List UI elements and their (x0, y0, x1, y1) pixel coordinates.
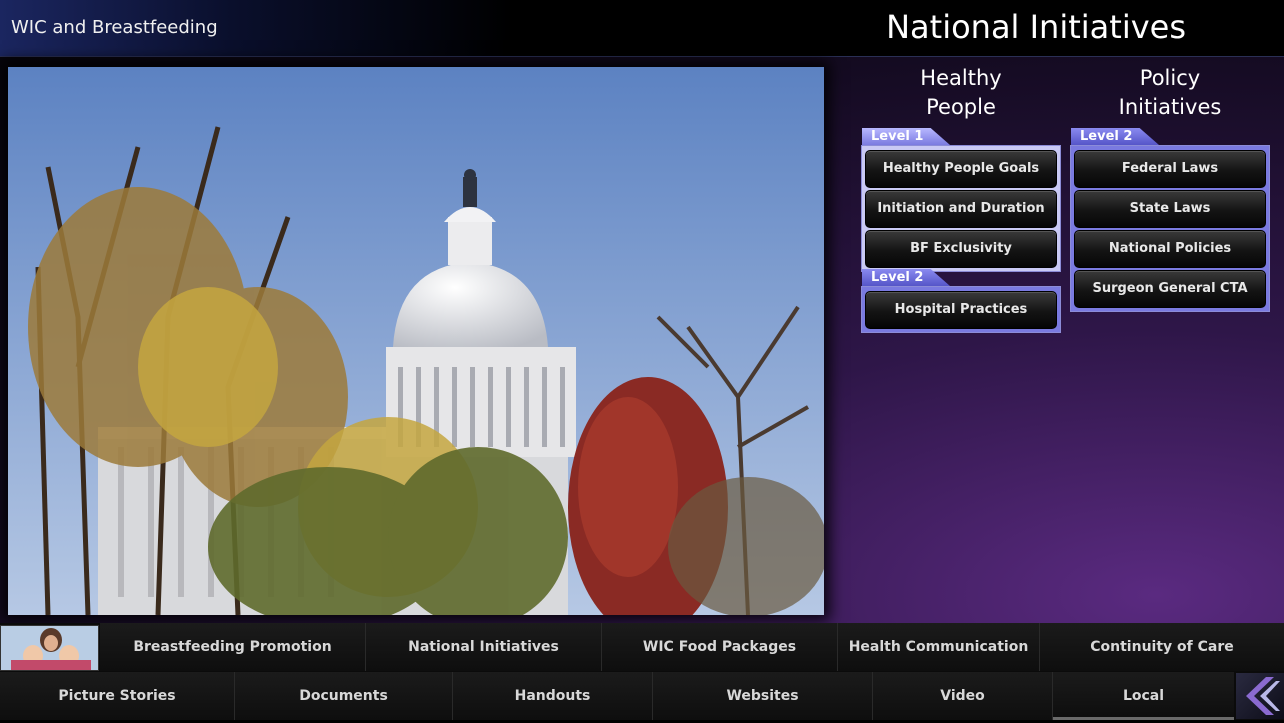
websites-tab[interactable]: Websites (653, 672, 873, 720)
back-button[interactable] (1236, 673, 1284, 719)
picture-stories-tab[interactable]: Picture Stories (0, 672, 235, 720)
breastfeeding-promotion-tab[interactable]: Breastfeeding Promotion (100, 623, 366, 671)
bottom-navigation: Breastfeeding Promotion National Initiat… (0, 623, 1284, 720)
bf-exclusivity-button[interactable]: BF Exclusivity (865, 230, 1057, 268)
initiation-duration-button[interactable]: Initiation and Duration (865, 190, 1057, 228)
chevron-left-icon (1246, 677, 1280, 715)
content-area: Healthy People Level 1 Healthy People Go… (0, 57, 1284, 623)
header-bar: WIC and Breastfeeding National Initiativ… (0, 0, 1284, 57)
healthy-people-level1-panel: Healthy People Goals Initiation and Dura… (861, 145, 1061, 272)
column-title-line: Healthy (920, 66, 1002, 90)
bottom-nav-row-1: Breastfeeding Promotion National Initiat… (100, 623, 1284, 671)
level-tab: Level 1 (862, 128, 950, 145)
state-laws-button[interactable]: State Laws (1074, 190, 1266, 228)
hospital-practices-button[interactable]: Hospital Practices (865, 291, 1057, 329)
national-policies-button[interactable]: National Policies (1074, 230, 1266, 268)
mother-child-thumbnail[interactable] (0, 625, 99, 671)
healthy-people-goals-button[interactable]: Healthy People Goals (865, 150, 1057, 188)
page-title: National Initiatives (886, 8, 1186, 46)
health-communication-tab[interactable]: Health Communication (838, 623, 1040, 671)
wic-food-packages-tab[interactable]: WIC Food Packages (602, 623, 838, 671)
video-tab[interactable]: Video (873, 672, 1053, 720)
continuity-of-care-tab[interactable]: Continuity of Care (1040, 623, 1284, 671)
local-tab[interactable]: Local (1053, 672, 1234, 720)
federal-laws-button[interactable]: Federal Laws (1074, 150, 1266, 188)
policy-level2-panel: Federal Laws State Laws National Policie… (1070, 145, 1270, 312)
handouts-tab[interactable]: Handouts (453, 672, 653, 720)
capitol-photo (8, 67, 824, 615)
column-title-line: People (926, 95, 996, 119)
surgeon-general-cta-button[interactable]: Surgeon General CTA (1074, 270, 1266, 308)
column-title-line: Policy (1139, 66, 1201, 90)
level-tab: Level 2 (1071, 128, 1159, 145)
app-title: WIC and Breastfeeding (11, 17, 218, 38)
bottom-nav-row-2: Picture Stories Documents Handouts Websi… (0, 672, 1234, 720)
national-initiatives-tab[interactable]: National Initiatives (366, 623, 602, 671)
healthy-people-title: Healthy People (861, 64, 1061, 122)
documents-tab[interactable]: Documents (235, 672, 453, 720)
column-title-line: Initiatives (1118, 95, 1222, 119)
healthy-people-level2-panel: Hospital Practices (861, 286, 1061, 333)
policy-initiatives-title: Policy Initiatives (1070, 64, 1270, 122)
